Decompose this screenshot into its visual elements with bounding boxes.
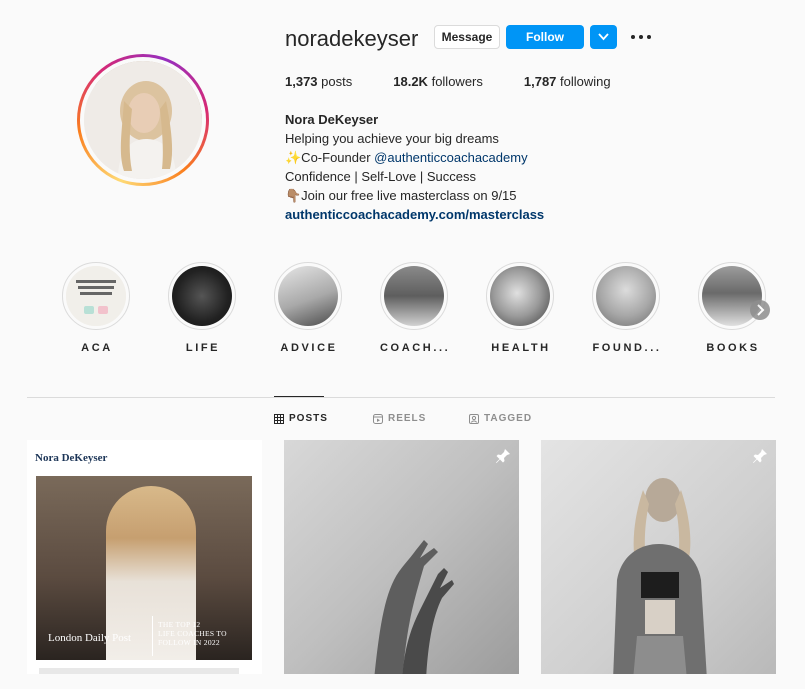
highlight-life[interactable]: LIFE [168, 262, 238, 354]
highlight-thumbnail [172, 266, 232, 326]
highlight-label: ACA [81, 342, 113, 354]
post-caption-text: London Daily Post [48, 632, 132, 644]
highlight-thumbnail [278, 266, 338, 326]
highlight-thumbnail [490, 266, 550, 326]
highlight-label: ADVICE [280, 342, 338, 354]
post-photo: London Daily Post THE TOP 12 LIFE COACHE… [36, 476, 252, 660]
post-person-graphic [613, 478, 707, 674]
profile-bio: Nora DeKeyser Helping you achieve your b… [285, 110, 544, 224]
pinned-icon [753, 449, 767, 463]
post-side-line: FOLLOW IN 2022 [158, 638, 220, 647]
bio-line: 👇🏽Join our free live masterclass on 9/15 [285, 188, 517, 203]
tab-label: TAGGED [484, 413, 533, 424]
tab-label: REELS [388, 413, 427, 424]
bio-line: Confidence | Self-Love | Success [285, 169, 477, 184]
highlight-thumbnail [384, 266, 444, 326]
stat-posts: 1,373 posts [285, 74, 353, 89]
highlight-thumbnail [596, 266, 656, 326]
highlight-coach[interactable]: COACH... [380, 262, 450, 354]
post-thumbnail[interactable] [284, 440, 519, 674]
post-thumbnail[interactable]: Nora DeKeyser London Daily Post THE TOP … [27, 440, 262, 674]
avatar-photo [84, 61, 202, 179]
stat-following[interactable]: 1,787 following [524, 74, 611, 89]
chevron-down-icon [598, 33, 609, 41]
bio-mention-link[interactable]: @authenticcoachacademy [374, 150, 527, 165]
post-header-text: Nora DeKeyser [35, 452, 108, 464]
highlight-thumb-graphic [66, 266, 126, 326]
highlight-thumbnail [66, 266, 126, 326]
highlight-label: COACH... [380, 342, 451, 354]
stat-followers[interactable]: 18.2K followers [393, 74, 483, 89]
highlight-ring [62, 262, 130, 330]
post-hands-graphic [374, 540, 454, 674]
highlight-label: LIFE [185, 342, 221, 354]
post-side-line: THE TOP 12 [158, 620, 201, 629]
highlight-advice[interactable]: ADVICE [274, 262, 344, 354]
chevron-right-icon [757, 304, 765, 316]
highlight-ring [486, 262, 554, 330]
tabs-divider [27, 397, 775, 398]
post-caption-separator [152, 616, 153, 656]
profile-username: noradekeyser [285, 26, 419, 51]
avatar[interactable] [84, 61, 202, 179]
post-side-text: THE TOP 12 LIFE COACHES TO FOLLOW IN 202… [158, 620, 227, 647]
message-button[interactable]: Message [434, 25, 500, 49]
highlight-aca[interactable]: ACA [62, 262, 132, 354]
active-tab-indicator [274, 396, 324, 397]
grid-icon [274, 413, 284, 424]
bio-line: ✨Co-Founder @authenticcoachacademy [285, 150, 528, 165]
post-footer-text-placeholder [39, 668, 239, 674]
highlight-label: HEALTH [491, 342, 551, 354]
more-horizontal-icon [631, 35, 651, 39]
tagged-icon [469, 413, 479, 424]
pinned-icon [496, 449, 510, 463]
profile-stats: 1,373 posts 18.2K followers 1,787 follow… [285, 74, 652, 89]
post-thumbnail[interactable] [541, 440, 776, 674]
follow-button[interactable]: Follow [506, 25, 584, 49]
tab-reels[interactable]: REELS [373, 413, 426, 424]
highlight-ring [168, 262, 236, 330]
post-side-line: LIFE COACHES TO [158, 629, 227, 638]
bio-line: Helping you achieve your big dreams [285, 131, 499, 146]
highlight-ring [380, 262, 448, 330]
highlight-label: FOUND... [592, 342, 662, 354]
tab-label: POSTS [289, 413, 328, 424]
highlight-label: BOOKS [706, 342, 760, 354]
avatar-border [80, 57, 206, 183]
highlight-ring [274, 262, 342, 330]
suggestions-dropdown-button[interactable] [590, 25, 617, 49]
highlight-found[interactable]: FOUND... [592, 262, 662, 354]
bio-full-name: Nora DeKeyser [285, 112, 379, 127]
highlights-next-button[interactable] [750, 300, 770, 320]
tab-tagged[interactable]: TAGGED [469, 413, 532, 424]
profile-avatar-ring[interactable] [77, 54, 209, 186]
more-options-button[interactable] [629, 30, 653, 44]
bio-website-link[interactable]: authenticcoachacademy.com/masterclass [285, 207, 544, 222]
tab-posts[interactable]: POSTS [274, 413, 328, 424]
reels-icon [373, 413, 383, 424]
highlight-health[interactable]: HEALTH [486, 262, 556, 354]
highlight-ring [592, 262, 660, 330]
